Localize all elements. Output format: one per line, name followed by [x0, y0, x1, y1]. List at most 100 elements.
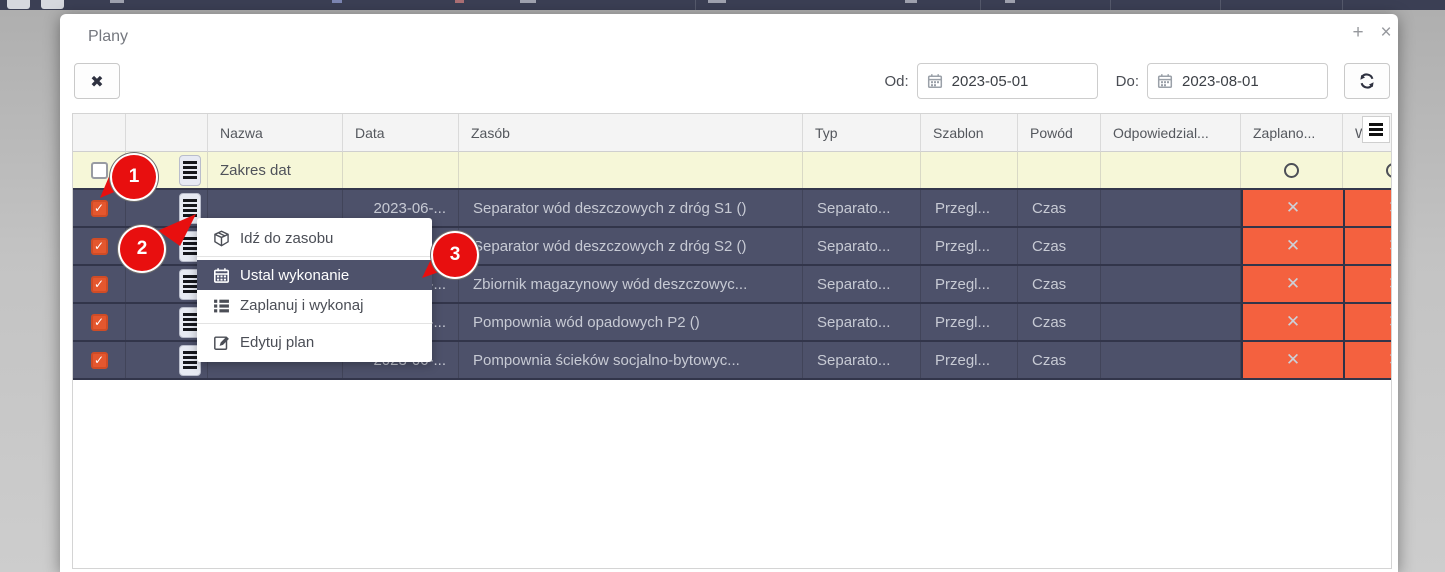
date-filter-bar: Od: 2023-05-01 Do: 2023-08 — [884, 63, 1390, 99]
row-menu-cell — [126, 342, 208, 378]
row-menu-cell — [126, 266, 208, 302]
cell-zaplanowano[interactable]: ✕ — [1241, 304, 1343, 340]
column-header-zasób[interactable]: Zasób — [459, 114, 803, 152]
menu-item-zaplanuj-i-wykonaj[interactable]: Zaplanuj i wykonaj — [197, 290, 432, 320]
radio-circle-icon[interactable] — [1386, 163, 1392, 178]
filter-wykonano-cell — [1343, 152, 1392, 188]
row-checkbox[interactable]: ✓ — [91, 238, 108, 255]
select-all-checkbox[interactable] — [91, 162, 108, 179]
row-checkbox-cell: ✓ — [73, 228, 126, 264]
column-header-blank-1[interactable] — [126, 114, 208, 152]
column-header-label: Zasób — [471, 125, 510, 141]
grid-header-row: Nazwa Data Zasób Typ Szablon Powód Odpowiedzia… — [73, 114, 1392, 152]
x-mark-icon: ✕ — [1388, 350, 1392, 370]
cell-zasob: Zbiornik magazynowy wód deszczowyc... — [459, 266, 803, 302]
cell-zaplanowano[interactable]: ✕ — [1241, 228, 1343, 264]
column-header-odpowiedzial[interactable]: Odpowiedzial... — [1101, 114, 1241, 152]
column-header-powód[interactable]: Powód — [1018, 114, 1101, 152]
cell-odpowiedzialny — [1101, 190, 1241, 226]
do-date-input[interactable]: 2023-08-01 — [1147, 63, 1328, 99]
filter-row-menu-button[interactable] — [179, 155, 201, 186]
cell-powod: Czas — [1018, 228, 1101, 264]
close-button[interactable]: ✖ — [74, 63, 120, 99]
column-header-zaplano[interactable]: Zaplano... — [1241, 114, 1343, 152]
cell-typ: Separato... — [803, 190, 921, 226]
list-icon — [213, 297, 230, 314]
filter-cell — [1018, 152, 1101, 188]
cell-odpowiedzialny — [1101, 266, 1241, 302]
column-header-data[interactable]: Data — [343, 114, 459, 152]
cell-zasob: Separator wód deszczowych z dróg S2 () — [459, 228, 803, 264]
check-icon: ✓ — [94, 240, 104, 252]
filter-name-cell: Zakres dat — [208, 152, 343, 188]
cube-icon — [213, 230, 230, 247]
check-icon: ✓ — [94, 354, 104, 366]
cell-powod: Czas — [1018, 266, 1101, 302]
annotation-step-2: 2 — [120, 227, 164, 271]
column-header-szablon[interactable]: Szablon — [921, 114, 1018, 152]
cell-powod: Czas — [1018, 304, 1101, 340]
cell-wykonano[interactable]: ✕ — [1343, 304, 1392, 340]
filter-row: Zakres dat — [73, 152, 1392, 190]
row-checkbox[interactable]: ✓ — [91, 200, 108, 217]
refresh-button[interactable] — [1344, 63, 1390, 99]
expand-icon[interactable]: + — [1348, 22, 1368, 44]
cell-zaplanowano[interactable]: ✕ — [1241, 190, 1343, 226]
menu-item-label: Ustal wykonanie — [240, 267, 349, 284]
column-header-label: Nazwa — [220, 125, 263, 141]
column-header-blank-0[interactable] — [73, 114, 126, 152]
row-checkbox[interactable]: ✓ — [91, 352, 108, 369]
x-mark-icon: ✕ — [1286, 198, 1300, 218]
row-checkbox[interactable]: ✓ — [91, 276, 108, 293]
top-navbar — [0, 0, 1445, 10]
menu-item-edytuj-plan[interactable]: Edytuj plan — [197, 327, 432, 357]
menu-item-label: Idź do zasobu — [240, 230, 333, 247]
row-checkbox-cell: ✓ — [73, 190, 126, 226]
cell-zasob: Pompownia ścieków socjalno-bytowyc... — [459, 342, 803, 378]
navbar-button[interactable] — [41, 0, 64, 9]
check-icon: ✓ — [94, 278, 104, 290]
cell-wykonano[interactable]: ✕ — [1343, 342, 1392, 378]
refresh-icon — [1357, 71, 1377, 91]
column-header-label: Data — [355, 125, 385, 141]
column-header-label: Typ — [815, 125, 838, 141]
menu-item-label: Edytuj plan — [240, 334, 314, 351]
check-icon: ✓ — [94, 316, 104, 328]
cell-zaplanowano[interactable]: ✕ — [1241, 266, 1343, 302]
cell-szablon: Przegl... — [921, 190, 1018, 226]
plany-modal: Plany + × ✖ Od: 2023-05-01 Do: — [60, 14, 1398, 572]
menu-item-idz-do-zasobu[interactable]: Idź do zasobu — [197, 223, 432, 253]
cell-zaplanowano[interactable]: ✕ — [1241, 342, 1343, 378]
close-icon[interactable]: × — [1376, 22, 1396, 44]
cell-wykonano[interactable]: ✕ — [1343, 266, 1392, 302]
menu-separator — [197, 323, 432, 324]
row-checkbox[interactable]: ✓ — [91, 314, 108, 331]
row-menu-cell — [126, 304, 208, 340]
cell-szablon: Przegl... — [921, 304, 1018, 340]
column-header-nazwa[interactable]: Nazwa — [208, 114, 343, 152]
cell-wykonano[interactable]: ✕ — [1343, 190, 1392, 226]
column-header-label: Powód — [1030, 125, 1073, 141]
od-date-input[interactable]: 2023-05-01 — [917, 63, 1098, 99]
x-mark-icon: ✕ — [1286, 236, 1300, 256]
calendar-icon — [213, 267, 230, 284]
cell-typ: Separato... — [803, 228, 921, 264]
od-date-value: 2023-05-01 — [952, 73, 1029, 90]
navbar-button[interactable] — [7, 0, 30, 9]
row-checkbox-cell: ✓ — [73, 266, 126, 302]
do-date-value: 2023-08-01 — [1182, 73, 1259, 90]
calendar-icon — [1148, 73, 1182, 89]
row-checkbox-cell: ✓ — [73, 342, 126, 378]
cell-wykonano[interactable]: ✕ — [1343, 228, 1392, 264]
radio-circle-icon[interactable] — [1284, 163, 1299, 178]
column-header-typ[interactable]: Typ — [803, 114, 921, 152]
od-label: Od: — [884, 73, 908, 90]
menu-item-ustal-wykonanie[interactable]: Ustal wykonanie — [197, 260, 432, 290]
column-chooser-button[interactable] — [1362, 116, 1390, 143]
cell-powod: Czas — [1018, 190, 1101, 226]
cell-typ: Separato... — [803, 304, 921, 340]
filter-row-label: Zakres dat — [220, 162, 291, 179]
menu-item-label: Zaplanuj i wykonaj — [240, 297, 363, 314]
filter-cell — [1101, 152, 1241, 188]
cell-szablon: Przegl... — [921, 266, 1018, 302]
